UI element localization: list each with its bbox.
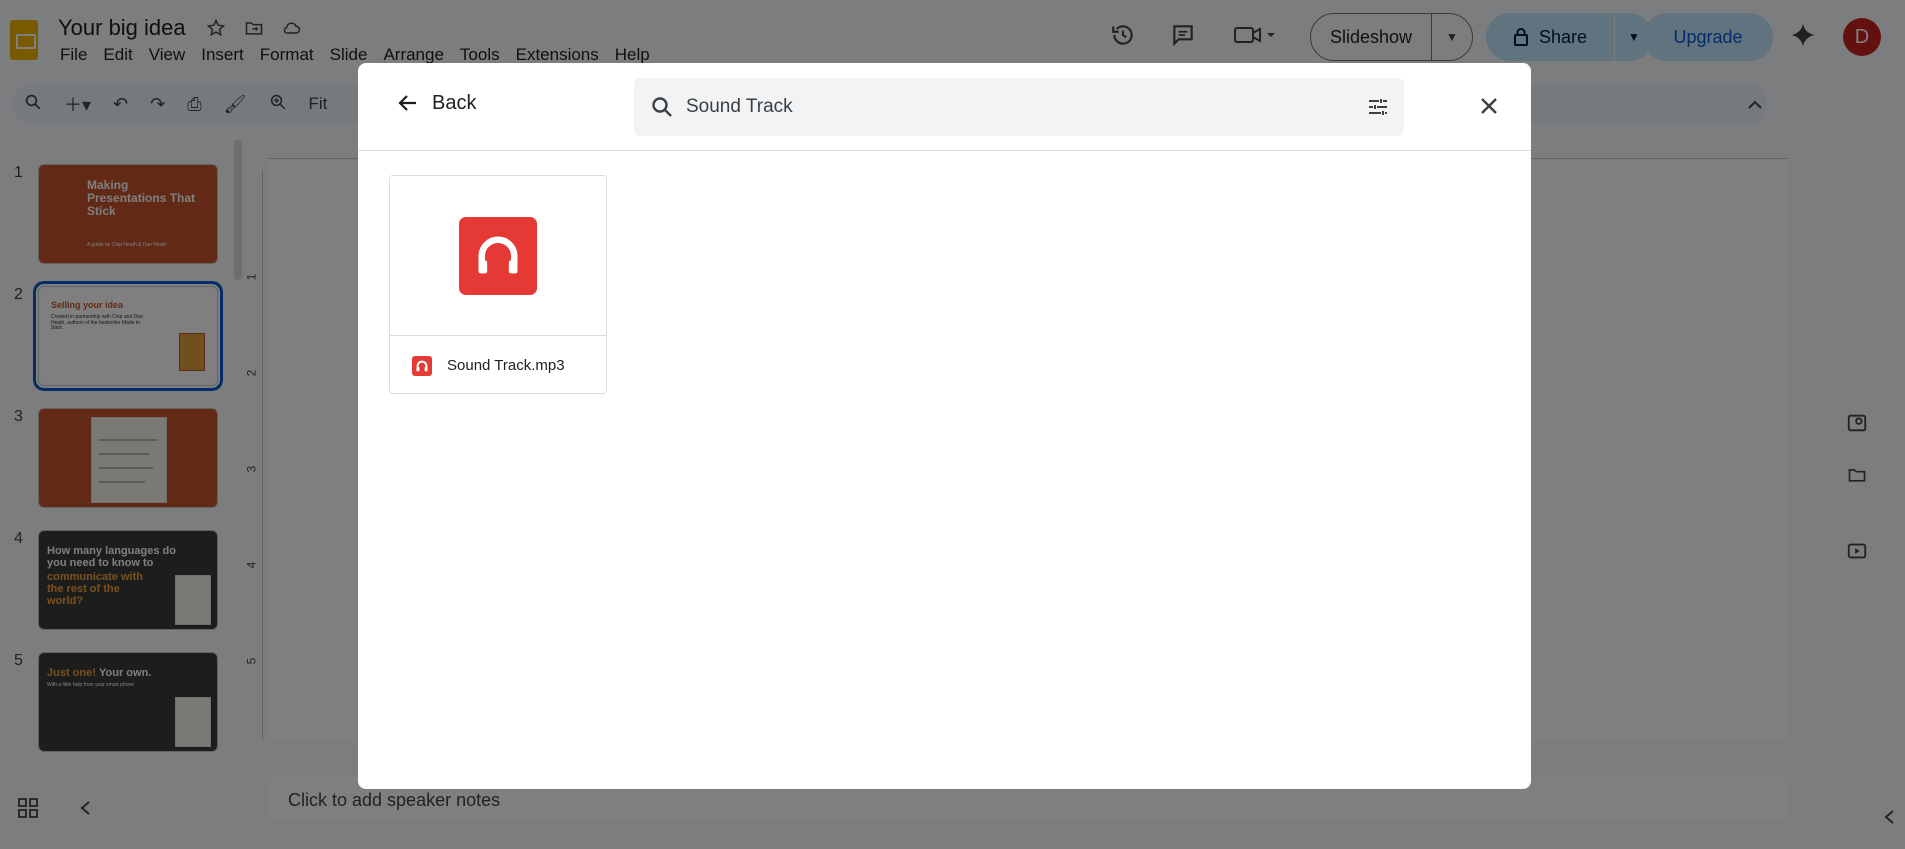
search-icon: [650, 95, 674, 124]
back-button[interactable]: Back: [396, 91, 476, 115]
close-icon: [1481, 98, 1497, 114]
dialog-header: Back: [358, 63, 1531, 151]
close-button[interactable]: [1474, 91, 1504, 121]
back-label: Back: [432, 91, 477, 114]
search-input[interactable]: [686, 92, 1326, 122]
audio-file-icon: [412, 355, 432, 376]
insert-audio-dialog: Back Sound Track.mp3: [358, 63, 1531, 789]
file-name: Sound Track.mp3: [447, 357, 565, 374]
headphones-icon: [459, 216, 537, 295]
arrow-back-icon: [398, 95, 416, 111]
file-meta: Sound Track.mp3: [390, 336, 606, 393]
file-preview: [390, 176, 606, 336]
search-bar: [634, 78, 1404, 136]
file-result-card[interactable]: Sound Track.mp3: [389, 175, 607, 394]
search-options-icon[interactable]: [1366, 95, 1390, 124]
